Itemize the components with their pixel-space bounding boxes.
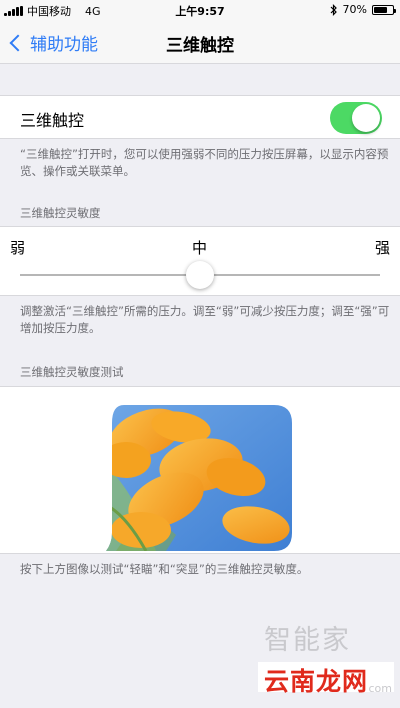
back-button-label: 辅助功能 bbox=[30, 35, 98, 55]
sensitivity-test-section bbox=[0, 386, 400, 554]
slider-label-medium: 中 bbox=[192, 239, 208, 257]
slider-label-weak: 弱 bbox=[10, 239, 26, 257]
watermark-brand-text: 云南龙网 bbox=[264, 667, 369, 696]
slider-label-strong: 强 bbox=[374, 239, 390, 257]
chevron-left-icon bbox=[9, 34, 27, 51]
3d-touch-toggle-label: 三维触控 bbox=[20, 111, 85, 130]
flower-test-image[interactable] bbox=[106, 405, 292, 551]
sensitivity-test-header: 三维触控灵敏度测试 bbox=[20, 365, 124, 379]
3d-touch-toggle-row: 三维触控 bbox=[0, 95, 400, 139]
switch-knob bbox=[352, 104, 380, 132]
battery-fill bbox=[374, 6, 387, 13]
back-button[interactable]: 辅助功能 bbox=[8, 30, 98, 55]
status-right: 70% bbox=[330, 3, 396, 16]
bluetooth-icon bbox=[330, 3, 337, 16]
toggle-footnote: “三维触控”打开时，您可以使用强弱不同的压力按压屏幕，以显示内容预览、操作或关联… bbox=[20, 147, 389, 178]
watermark: 智能家 云南龙网 com bbox=[258, 618, 398, 704]
battery-icon bbox=[372, 4, 396, 15]
sensitivity-slider-thumb[interactable] bbox=[186, 261, 214, 289]
status-bar: 中国移动 4G 上午9:57 70% bbox=[0, 0, 400, 20]
sensitivity-header: 三维触控灵敏度 bbox=[20, 206, 101, 220]
watermark-top-text: 智能家 bbox=[264, 625, 351, 656]
navigation-bar: 辅助功能 三维触控 bbox=[0, 20, 400, 64]
battery-percent: 70% bbox=[342, 3, 367, 16]
3d-touch-switch[interactable] bbox=[330, 102, 382, 134]
sensitivity-slider-section: 弱 中 强 bbox=[0, 226, 400, 296]
watermark-sub-text: com bbox=[368, 682, 393, 695]
sensitivity-footnote: 调整激活“三维触控”所需的压力。调至“弱”可减少按压力度；调至“强”可增加按压力… bbox=[20, 304, 390, 335]
test-footnote: 按下上方图像以测试“轻瞄”和“突显”的三维触控灵敏度。 bbox=[20, 562, 309, 576]
